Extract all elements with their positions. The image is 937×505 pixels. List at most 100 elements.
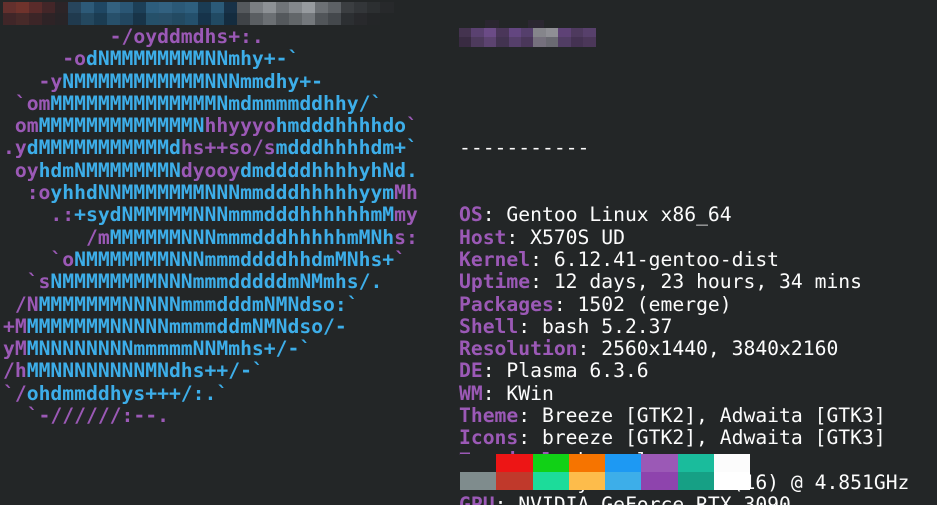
redaction-tile <box>263 2 277 14</box>
redaction-tile <box>583 37 596 47</box>
redaction-tile <box>42 2 56 14</box>
redaction-tile <box>528 20 544 28</box>
palette-swatch <box>641 454 678 472</box>
redaction-tile <box>367 13 381 25</box>
redaction-tile <box>16 13 30 25</box>
redaction-tile <box>68 2 82 14</box>
logo-line: -odNMMMMMMMMNNmhy+-` <box>3 47 300 71</box>
info-label: WM <box>459 381 483 405</box>
info-row: Host: X570S UD <box>459 225 909 249</box>
info-label: Resolution <box>459 337 578 361</box>
redaction-tile <box>94 13 108 25</box>
info-label: Shell <box>459 314 519 338</box>
redaction-tile <box>276 2 290 14</box>
redaction-tile <box>81 13 95 25</box>
title-redacted-line <box>459 71 909 93</box>
logo-line: `oNMMMMMMMNNNmmmddddhhdmMNhs+` <box>3 247 407 271</box>
palette-swatch <box>532 454 569 472</box>
palette-swatch <box>641 472 678 490</box>
logo-line: :oyhhdNNMMMMMMMNNNmmdddhhhhhyymMh <box>3 181 418 205</box>
info-value: : bash 5.2.37 <box>518 314 673 338</box>
redaction-tile <box>55 2 69 14</box>
redaction-tile <box>471 37 485 47</box>
redaction-tile <box>198 13 212 25</box>
palette-swatch <box>460 472 497 490</box>
redaction-tile <box>159 2 173 14</box>
palette-swatch <box>460 454 497 472</box>
info-panel: ----------- OS: Gentoo Linux x86_64 Host:… <box>459 26 909 505</box>
info-value: : KWin <box>482 381 554 405</box>
redaction-tile <box>250 2 264 14</box>
info-label: Packages <box>459 292 554 316</box>
palette-swatch <box>677 454 715 472</box>
redaction-tile <box>211 2 225 14</box>
palette-swatch <box>568 454 606 472</box>
redaction-tile <box>16 2 30 14</box>
redaction-tile <box>107 2 121 14</box>
redaction-tile <box>508 37 522 47</box>
info-value: : NVIDIA GeForce RTX 3090 <box>494 493 791 505</box>
palette-swatch <box>496 454 533 472</box>
redaction-tile <box>198 2 212 14</box>
redaction-tile <box>120 13 134 25</box>
palette-swatch <box>677 472 715 490</box>
redaction-tile <box>237 13 251 25</box>
redaction-tile <box>133 13 147 25</box>
palette-swatch <box>496 472 533 490</box>
redaction-tile <box>224 13 238 25</box>
palette-swatch <box>714 454 751 472</box>
info-label: DE <box>459 359 483 383</box>
redaction-tile <box>328 2 342 14</box>
redaction-tile <box>354 13 368 25</box>
redaction-tile <box>570 37 584 47</box>
info-value: : breeze [GTK2], Adwaita [GTK3] <box>518 426 886 450</box>
info-label: Uptime <box>459 270 531 294</box>
info-label: Host <box>459 225 507 249</box>
logo-line: -yNMMMMMMMMMMMNNNmmdhy+- <box>3 69 324 93</box>
redaction-tile <box>289 13 303 25</box>
redaction-tile <box>328 13 342 25</box>
redaction-tile <box>224 2 238 14</box>
redaction-tile <box>483 37 497 47</box>
redaction-tile <box>521 37 534 47</box>
redaction-tile <box>185 13 199 25</box>
info-rows: OS: Gentoo Linux x86_64 Host: X570S UD Ker… <box>459 203 909 505</box>
redaction-tile <box>289 2 303 14</box>
redaction-tile <box>496 37 510 47</box>
redaction-tile <box>94 2 108 14</box>
redaction-tile <box>159 13 173 25</box>
redaction-tile <box>380 13 394 25</box>
info-label: Theme <box>459 404 519 428</box>
redaction-tile <box>315 2 329 14</box>
terminal-screen[interactable]: -/oyddmdhs+:. -odNMMMMMMMMNNmhy+-` -yNMM… <box>0 0 937 505</box>
info-row: Packages: 1502 (emerge) <box>459 292 909 316</box>
redaction-tile <box>276 13 290 25</box>
redaction-tile <box>107 13 121 25</box>
redaction-tile <box>3 13 17 25</box>
palette-swatch <box>714 472 751 490</box>
ascii-logo: -/oyddmdhs+:. -odNMMMMMMMMNNmhy+-` -yNMM… <box>3 25 418 427</box>
redaction-tile <box>55 13 69 25</box>
palette-swatch <box>568 472 606 490</box>
info-value: : Plasma 6.3.6 <box>482 359 649 383</box>
redaction-tile <box>185 2 199 14</box>
redaction-tile <box>459 37 472 47</box>
logo-line: .ydMMMMMMMMMMMdhs++so/smdddhhhhdm+` <box>3 136 418 160</box>
redaction-tile <box>263 13 277 25</box>
logo-line: .:+sydNMMMMMNNNmmmdddhhhhhhmMmy <box>3 203 418 227</box>
redaction-tile <box>250 13 264 25</box>
info-value: : 2560x1440, 3840x2160 <box>577 337 839 361</box>
redaction-tile <box>133 2 147 14</box>
separator: ----------- <box>459 136 590 160</box>
redaction-tile <box>120 2 134 14</box>
logo-line: `sNMMMMMMMMNNNmmmdddddmNMmhs/. <box>3 270 383 294</box>
info-value: : 12 days, 23 hours, 34 mins <box>530 270 863 294</box>
redaction-tile <box>302 2 316 14</box>
redaction-tile <box>485 20 499 28</box>
redaction-tile <box>315 13 329 25</box>
redaction-tile <box>558 37 572 47</box>
redaction-tile <box>380 2 394 14</box>
info-label: OS <box>459 203 483 227</box>
logo-line: -/oyddmdhs+:. <box>3 25 264 48</box>
redaction-tile <box>172 13 186 25</box>
